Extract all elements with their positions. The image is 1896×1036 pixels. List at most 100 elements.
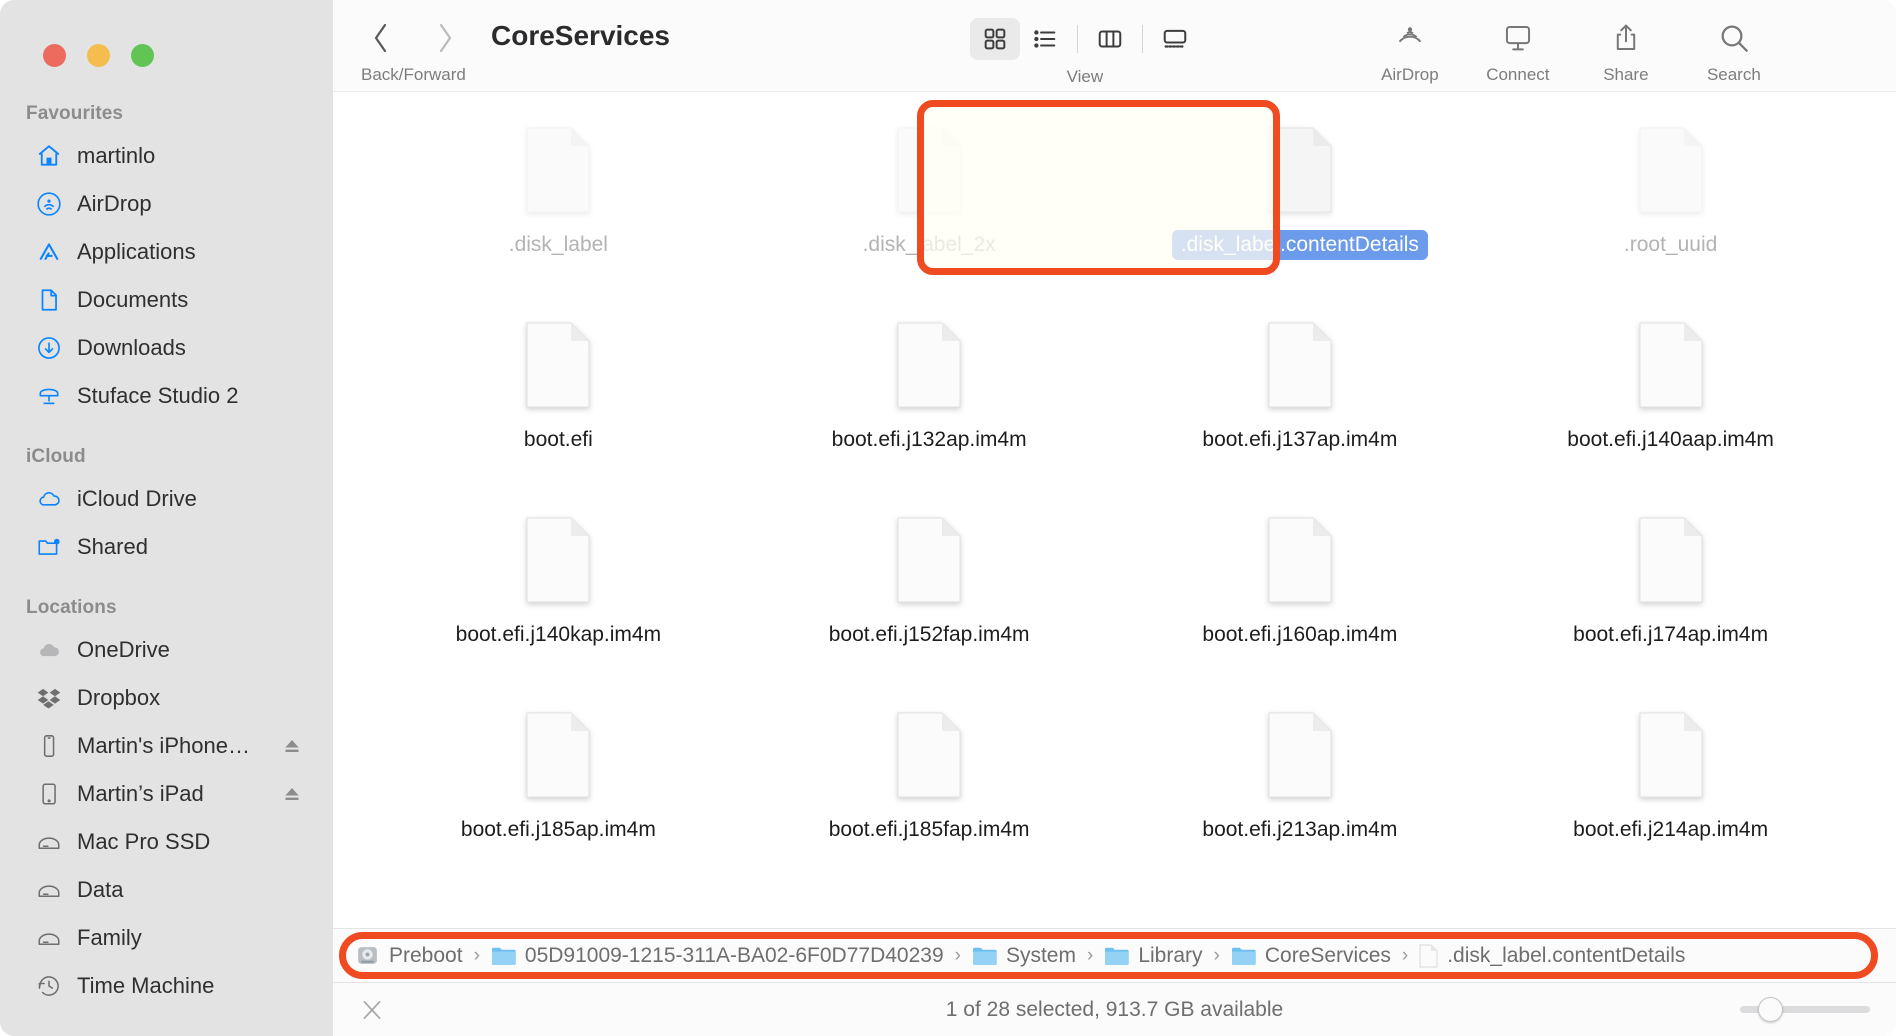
file-name: boot.efi.j185fap.im4m xyxy=(828,818,1030,841)
sidebar-scroll[interactable]: Favourites martinlo AirDrop Applications… xyxy=(0,67,333,1010)
share-button[interactable]: Share xyxy=(1572,14,1680,85)
sidebar-item-downloads[interactable]: Downloads xyxy=(10,324,321,372)
sidebar-item-label: Martin's iPhone… xyxy=(77,733,250,758)
finder-tags-icon[interactable] xyxy=(359,997,399,1023)
file-item[interactable]: boot.efi.j132ap.im4m xyxy=(744,303,1115,498)
breadcrumb-system[interactable]: System xyxy=(972,944,1076,968)
gallery-view-button[interactable] xyxy=(1150,18,1200,60)
sidebar-item-shared[interactable]: Shared xyxy=(10,523,321,571)
file-grid-area[interactable]: .disk_label .disk_label_2x .disk_label.c… xyxy=(333,92,1896,928)
document-icon xyxy=(525,516,591,604)
airdrop-label: AirDrop xyxy=(1381,65,1439,84)
status-bar: 1 of 28 selected, 913.7 GB available xyxy=(333,982,1896,1036)
breadcrumb-label: CoreServices xyxy=(1264,943,1391,967)
downloads-icon xyxy=(36,335,62,361)
forward-button[interactable] xyxy=(428,18,462,58)
sidebar-item-icloud-drive[interactable]: iCloud Drive xyxy=(10,475,321,523)
close-button[interactable] xyxy=(43,44,66,67)
file-item[interactable]: .root_uuid xyxy=(1485,108,1856,303)
sidebar-item-martins-ipad[interactable]: Martin’s iPad xyxy=(10,770,321,818)
server-icon xyxy=(36,383,62,409)
connect-button[interactable]: Connect xyxy=(1464,14,1572,85)
sidebar-item-data[interactable]: Data xyxy=(10,866,321,914)
breadcrumb-uuid[interactable]: 05D91009-1215-311A-BA02-6F0D77D40239 xyxy=(491,944,944,968)
view-group: View xyxy=(969,14,1200,87)
sidebar-item-onedrive[interactable]: OneDrive xyxy=(10,626,321,674)
file-name: boot.efi.j137ap.im4m xyxy=(1202,428,1398,451)
breadcrumb-label: Preboot xyxy=(389,943,463,967)
sidebar-group-locations: Locations OneDrive Dropbox Martin's iPho… xyxy=(0,587,333,1010)
traffic-lights xyxy=(0,0,333,67)
file-name: boot.efi.j140kap.im4m xyxy=(455,623,662,646)
file-item[interactable]: boot.efi.j140kap.im4m xyxy=(373,498,744,693)
folder-icon xyxy=(1104,945,1129,966)
sidebar-item-airdrop[interactable]: AirDrop xyxy=(10,180,321,228)
file-item[interactable]: boot.efi.j185ap.im4m xyxy=(373,693,744,888)
maximize-button[interactable] xyxy=(131,44,154,67)
sidebar-item-label: Applications xyxy=(77,239,196,264)
eject-icon[interactable] xyxy=(281,735,303,757)
column-view-button[interactable] xyxy=(1085,18,1135,60)
breadcrumb-label: .disk_label.contentDetails xyxy=(1447,943,1686,967)
sidebar-item-label: Documents xyxy=(77,287,189,312)
file-item[interactable]: boot.efi.j152fap.im4m xyxy=(744,498,1115,693)
breadcrumb-file[interactable]: .disk_label.contentDetails xyxy=(1419,944,1685,968)
file-item[interactable]: boot.efi.j137ap.im4m xyxy=(1115,303,1486,498)
file-item[interactable]: boot.efi.j214ap.im4m xyxy=(1485,693,1856,888)
file-item[interactable]: boot.efi.j185fap.im4m xyxy=(744,693,1115,888)
eject-icon[interactable] xyxy=(281,783,303,805)
file-name: .disk_label xyxy=(508,233,608,256)
back-button[interactable] xyxy=(364,18,398,58)
document-icon xyxy=(1638,321,1704,409)
path-bar[interactable]: Preboot › 05D91009-1215-311A-BA02-6F0D77… xyxy=(333,928,1896,982)
minimize-button[interactable] xyxy=(87,44,110,67)
icon-view-button[interactable] xyxy=(969,18,1020,60)
sidebar-item-label: Downloads xyxy=(77,335,186,360)
sidebar-item-label: Mac Pro SSD xyxy=(77,829,211,854)
sidebar-item-mac-pro-ssd[interactable]: Mac Pro SSD xyxy=(10,818,321,866)
file-item[interactable]: boot.efi.j160ap.im4m xyxy=(1115,498,1486,693)
breadcrumb-separator: › xyxy=(954,944,961,966)
breadcrumb-preboot[interactable]: Preboot xyxy=(355,943,463,968)
file-item[interactable]: boot.efi.j140aap.im4m xyxy=(1485,303,1856,498)
sidebar-item-dropbox[interactable]: Dropbox xyxy=(10,674,321,722)
sidebar-group-icloud: iCloud iCloud Drive Shared xyxy=(0,436,333,571)
sidebar-item-applications[interactable]: Applications xyxy=(10,228,321,276)
sidebar-item-family[interactable]: Family xyxy=(10,914,321,962)
file-item[interactable]: .disk_label_2x xyxy=(744,108,1115,303)
airdrop-icon xyxy=(36,191,62,217)
sidebar-item-label: Family xyxy=(77,925,142,950)
file-item[interactable]: boot.efi xyxy=(373,303,744,498)
breadcrumb-coreservices[interactable]: CoreServices xyxy=(1231,944,1391,968)
divider xyxy=(1141,25,1143,53)
document-icon xyxy=(1267,126,1333,214)
slider-knob[interactable] xyxy=(1758,997,1783,1022)
airdrop-button[interactable]: AirDrop xyxy=(1356,14,1464,85)
list-view-button[interactable] xyxy=(1020,18,1070,60)
harddisk-icon xyxy=(355,943,380,968)
sidebar-item-martins-iphone[interactable]: Martin's iPhone… xyxy=(10,722,321,770)
folder-icon xyxy=(491,945,516,966)
view-segmented-control xyxy=(969,14,1200,64)
harddisk-icon xyxy=(36,877,62,903)
file-name: boot.efi.j140aap.im4m xyxy=(1567,428,1774,451)
breadcrumb-library[interactable]: Library xyxy=(1104,944,1203,968)
file-item[interactable]: .disk_label xyxy=(373,108,744,303)
file-item-selected[interactable]: .disk_label.contentDetails xyxy=(1115,108,1486,303)
file-name: boot.efi.j174ap.im4m xyxy=(1573,623,1769,646)
icon-size-slider[interactable] xyxy=(1740,997,1870,1022)
ipad-icon xyxy=(36,781,62,807)
file-item[interactable]: boot.efi.j213ap.im4m xyxy=(1115,693,1486,888)
sidebar-item-documents[interactable]: Documents xyxy=(10,276,321,324)
sidebar-item-martinlo[interactable]: martinlo xyxy=(10,132,321,180)
sidebar-item-stuface-studio-2[interactable]: Stuface Studio 2 xyxy=(10,372,321,420)
connect-label: Connect xyxy=(1486,65,1550,84)
time-machine-icon xyxy=(36,973,62,999)
sidebar-item-label: Time Machine xyxy=(77,973,215,998)
document-icon xyxy=(896,321,962,409)
search-button[interactable]: Search xyxy=(1680,14,1788,85)
sidebar-item-time-machine[interactable]: Time Machine xyxy=(10,962,321,1010)
file-item[interactable]: boot.efi.j174ap.im4m xyxy=(1485,498,1856,693)
file-name: boot.efi.j160ap.im4m xyxy=(1202,623,1398,646)
sidebar-item-label: martinlo xyxy=(77,143,156,168)
